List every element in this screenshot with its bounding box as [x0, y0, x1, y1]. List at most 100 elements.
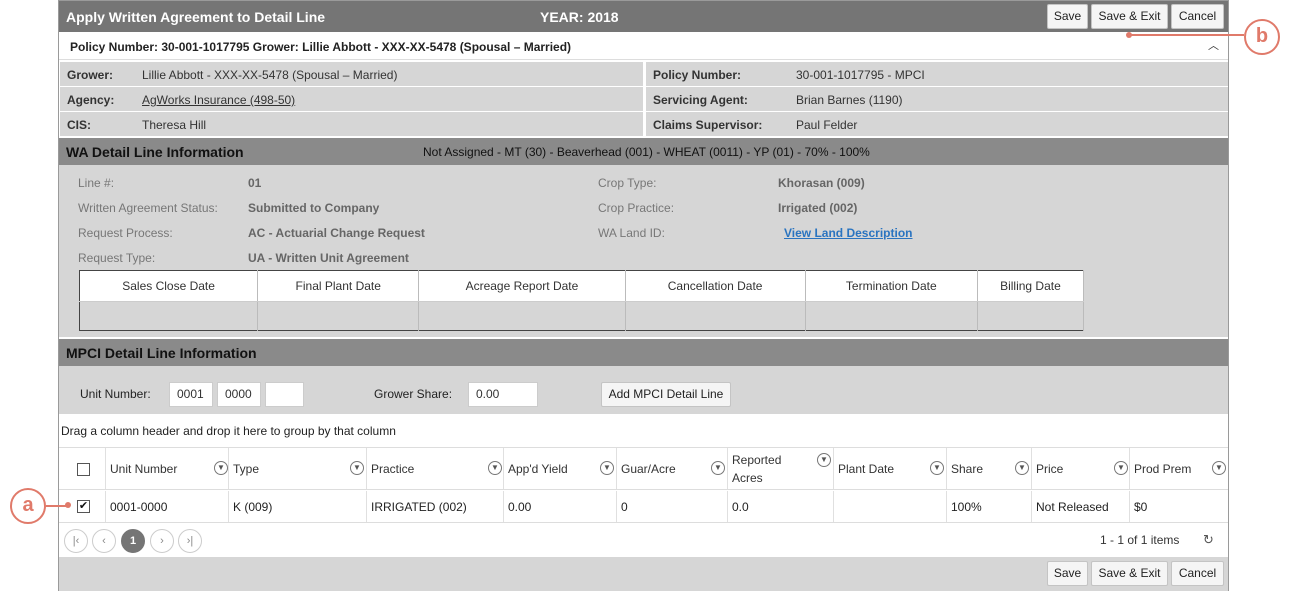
- next-page-button[interactable]: ›: [150, 529, 174, 553]
- appd-yield-column-header[interactable]: App'd Yield ▼: [504, 448, 617, 489]
- group-drop-zone[interactable]: Drag a column header and drop it here to…: [61, 424, 396, 438]
- prod-prem-cell: $0: [1134, 500, 1148, 514]
- agency-label: Agency:: [67, 93, 115, 107]
- type-column-header[interactable]: Type ▼: [229, 448, 367, 489]
- cis-row: CIS: Theresa Hill: [60, 112, 643, 136]
- acreage-report-date-header: Acreage Report Date: [418, 270, 626, 302]
- footer-cancel-button[interactable]: Cancel: [1171, 561, 1224, 586]
- request-process-label: Request Process:: [78, 226, 173, 240]
- unit-number-column-header[interactable]: Unit Number ▼: [106, 448, 229, 489]
- filter-icon[interactable]: ▼: [1015, 461, 1029, 475]
- sales-close-date-cell: [79, 301, 259, 331]
- acreage-report-date-cell: [418, 301, 626, 331]
- billing-date-cell: [977, 301, 1085, 331]
- chevron-up-icon[interactable]: ︿: [1208, 37, 1219, 53]
- servicing-agent-label: Servicing Agent:: [653, 93, 748, 107]
- share-cell: 100%: [947, 491, 1032, 522]
- cis-value: Theresa Hill: [142, 118, 207, 132]
- save-exit-button[interactable]: Save & Exit: [1091, 4, 1168, 29]
- filter-icon[interactable]: ▼: [817, 453, 831, 467]
- pager-info: 1 - 1 of 1 items: [1100, 533, 1180, 547]
- current-page-button[interactable]: 1: [121, 529, 145, 553]
- unit-number-part3-input[interactable]: [265, 382, 304, 407]
- servicing-agent-row: Servicing Agent: Brian Barnes (1190): [646, 87, 1228, 111]
- wa-section-summary: Not Assigned - MT (30) - Beaverhead (001…: [423, 145, 870, 159]
- type-cell: K (009): [229, 491, 367, 522]
- plant-date-header-label: Plant Date: [838, 462, 895, 476]
- filter-icon[interactable]: ▼: [1114, 461, 1128, 475]
- final-plant-date-cell: [257, 301, 420, 331]
- price-cell: Not Released: [1032, 491, 1130, 522]
- share-column-header[interactable]: Share ▼: [947, 448, 1032, 489]
- callout-a-pointer-dot: [65, 502, 71, 508]
- price-column-header[interactable]: Price ▼: [1032, 448, 1130, 489]
- line-number-value: 01: [248, 176, 262, 190]
- callout-b-line: [1129, 34, 1244, 36]
- footer-save-exit-button[interactable]: Save & Exit: [1091, 561, 1168, 586]
- unit-number-label: Unit Number:: [80, 387, 151, 401]
- policy-summary-text: Policy Number: 30-001-1017795 Grower: Li…: [70, 40, 572, 54]
- crop-practice-value: Irrigated (002): [778, 201, 858, 215]
- prod-prem-column-header[interactable]: Prod Prem ▼: [1130, 448, 1228, 489]
- claims-supervisor-row: Claims Supervisor: Paul Felder: [646, 112, 1228, 136]
- appd-yield-cell: 0.00: [504, 491, 617, 522]
- refresh-icon[interactable]: ↻: [1203, 532, 1214, 548]
- reported-acres-header-line2: Acres: [732, 471, 763, 485]
- practice-column-header[interactable]: Practice ▼: [367, 448, 504, 489]
- guar-acre-column-header[interactable]: Guar/Acre ▼: [617, 448, 728, 489]
- filter-icon[interactable]: ▼: [600, 461, 614, 475]
- guar-acre-header-label: Guar/Acre: [621, 462, 676, 476]
- view-land-description-link[interactable]: View Land Description: [784, 226, 912, 240]
- servicing-agent-value: Brian Barnes (1190): [796, 93, 903, 107]
- agency-row: Agency: AgWorks Insurance (498-50): [60, 87, 643, 111]
- dialog-title: Apply Written Agreement to Detail Line: [66, 9, 326, 25]
- cancellation-date-cell: [625, 301, 806, 331]
- claims-supervisor-value: Paul Felder: [796, 118, 858, 132]
- agency-link[interactable]: AgWorks Insurance (498-50): [142, 93, 295, 107]
- plant-date-column-header[interactable]: Plant Date ▼: [834, 448, 947, 489]
- select-all-column: [59, 448, 106, 489]
- dialog-window: Apply Written Agreement to Detail Line Y…: [58, 0, 1229, 591]
- grower-row: Grower: Lillie Abbott - XXX-XX-5478 (Spo…: [60, 62, 643, 86]
- cis-label: CIS:: [67, 118, 91, 132]
- footer-save-button[interactable]: Save: [1047, 561, 1088, 586]
- filter-icon[interactable]: ▼: [930, 461, 944, 475]
- cancel-button[interactable]: Cancel: [1171, 4, 1224, 29]
- prev-page-button[interactable]: ‹: [92, 529, 116, 553]
- filter-icon[interactable]: ▼: [711, 461, 725, 475]
- prod-prem-header-label: Prod Prem: [1134, 462, 1192, 476]
- add-mpci-detail-line-button[interactable]: Add MPCI Detail Line: [601, 382, 731, 407]
- callout-a-line: [46, 505, 67, 507]
- select-all-checkbox[interactable]: [77, 463, 90, 476]
- first-page-button[interactable]: |‹: [64, 529, 88, 553]
- unit-number-part1-input[interactable]: 0001: [169, 382, 213, 407]
- crop-type-value: Khorasan (009): [778, 176, 865, 190]
- reported-acres-column-header[interactable]: Reported Acres ▼: [728, 448, 834, 489]
- plant-date-cell: [834, 491, 947, 522]
- grower-share-input[interactable]: 0.00: [468, 382, 538, 407]
- mpci-entry-panel: Unit Number: 0001 0000 Grower Share: 0.0…: [59, 366, 1228, 414]
- unit-number-part2-input[interactable]: 0000: [217, 382, 261, 407]
- table-row[interactable]: ✔ 0001-0000 K (009) IRRIGATED (002) 0.00…: [59, 491, 1228, 523]
- footer-bar: Save Save & Exit Cancel: [59, 557, 1228, 591]
- policy-number-label: Policy Number:: [653, 68, 742, 82]
- termination-date-header: Termination Date: [805, 270, 978, 302]
- last-page-button[interactable]: ›|: [178, 529, 202, 553]
- filter-icon[interactable]: ▼: [1212, 461, 1226, 475]
- final-plant-date-header: Final Plant Date: [257, 270, 420, 302]
- billing-date-header: Billing Date: [977, 270, 1085, 302]
- crop-type-label: Crop Type:: [598, 176, 657, 190]
- filter-icon[interactable]: ▼: [350, 461, 364, 475]
- save-button[interactable]: Save: [1047, 4, 1088, 29]
- cancellation-date-header: Cancellation Date: [625, 270, 806, 302]
- wa-status-value: Submitted to Company: [248, 201, 380, 215]
- policy-info-grid: Grower: Lillie Abbott - XXX-XX-5478 (Spo…: [59, 61, 1228, 137]
- row-checkbox[interactable]: ✔: [77, 500, 90, 513]
- wa-status-label: Written Agreement Status:: [78, 201, 218, 215]
- wa-section-header: WA Detail Line Information Not Assigned …: [59, 138, 1228, 165]
- policy-summary-bar[interactable]: Policy Number: 30-001-1017795 Grower: Li…: [59, 32, 1228, 60]
- filter-icon[interactable]: ▼: [488, 461, 502, 475]
- callout-b-badge: b: [1244, 19, 1280, 55]
- year-label: YEAR: 2018: [540, 9, 619, 25]
- filter-icon[interactable]: ▼: [214, 461, 228, 475]
